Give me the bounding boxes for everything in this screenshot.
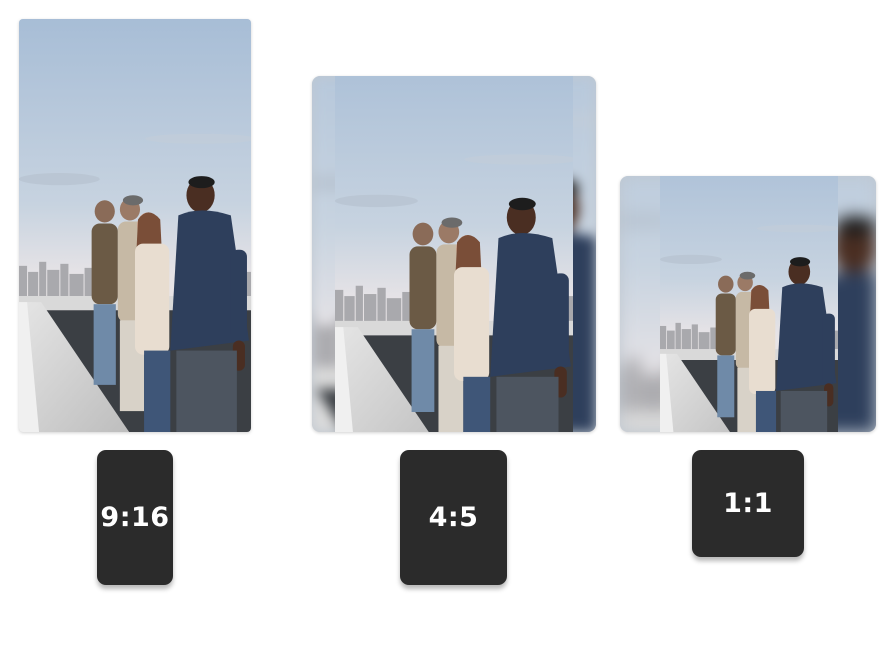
preview-image xyxy=(660,176,838,432)
preview-image xyxy=(19,19,251,432)
ratio-9-16-button[interactable]: 9:16 xyxy=(97,450,173,585)
preview-4-5 xyxy=(312,76,596,432)
ratio-1-1-label: 1:1 xyxy=(723,488,773,519)
preview-1-1 xyxy=(620,176,876,432)
ratio-4-5-label: 4:5 xyxy=(428,502,479,533)
preview-image xyxy=(335,76,573,432)
ratio-4-5-button[interactable]: 4:5 xyxy=(400,450,507,585)
ratio-9-16-label: 9:16 xyxy=(100,502,170,533)
preview-9-16 xyxy=(19,19,251,432)
ratio-1-1-button[interactable]: 1:1 xyxy=(692,450,804,557)
